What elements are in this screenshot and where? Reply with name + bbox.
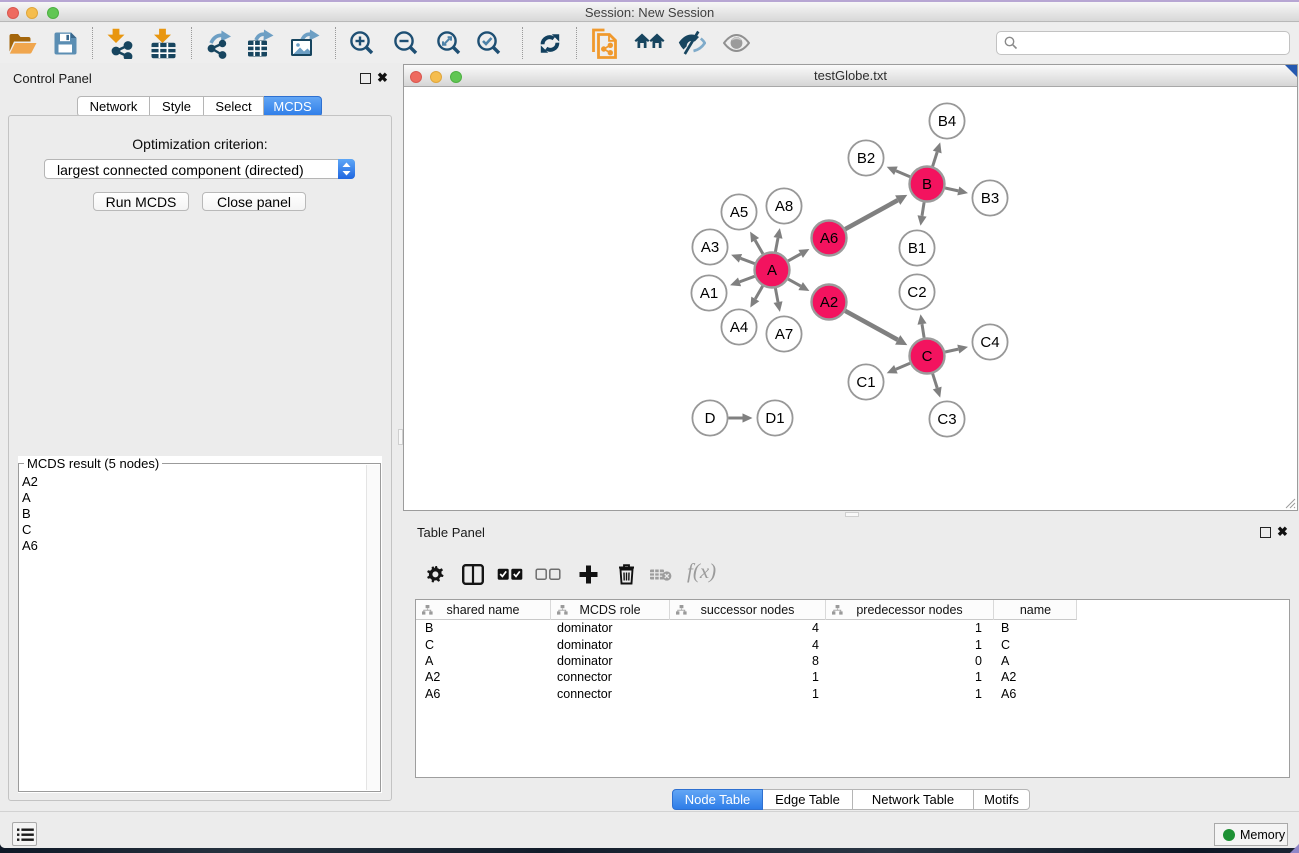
svg-text:A7: A7 — [775, 326, 793, 343]
svg-text:A3: A3 — [701, 239, 719, 256]
svg-text:B3: B3 — [981, 190, 999, 207]
svg-text:A: A — [767, 262, 777, 279]
svg-text:B2: B2 — [857, 150, 875, 167]
svg-text:B: B — [922, 176, 932, 193]
svg-text:C2: C2 — [907, 284, 926, 301]
svg-text:B4: B4 — [938, 113, 956, 130]
svg-text:A2: A2 — [820, 294, 838, 311]
svg-text:A5: A5 — [730, 204, 748, 221]
svg-text:A4: A4 — [730, 319, 748, 336]
svg-text:C: C — [922, 348, 933, 365]
svg-text:D: D — [705, 410, 716, 427]
svg-text:B1: B1 — [908, 240, 926, 257]
svg-text:C3: C3 — [937, 411, 956, 428]
svg-text:A8: A8 — [775, 198, 793, 215]
svg-text:A1: A1 — [700, 285, 718, 302]
svg-text:C4: C4 — [980, 334, 999, 351]
svg-text:D1: D1 — [765, 410, 784, 427]
svg-text:A6: A6 — [820, 230, 838, 247]
svg-text:C1: C1 — [856, 374, 875, 391]
